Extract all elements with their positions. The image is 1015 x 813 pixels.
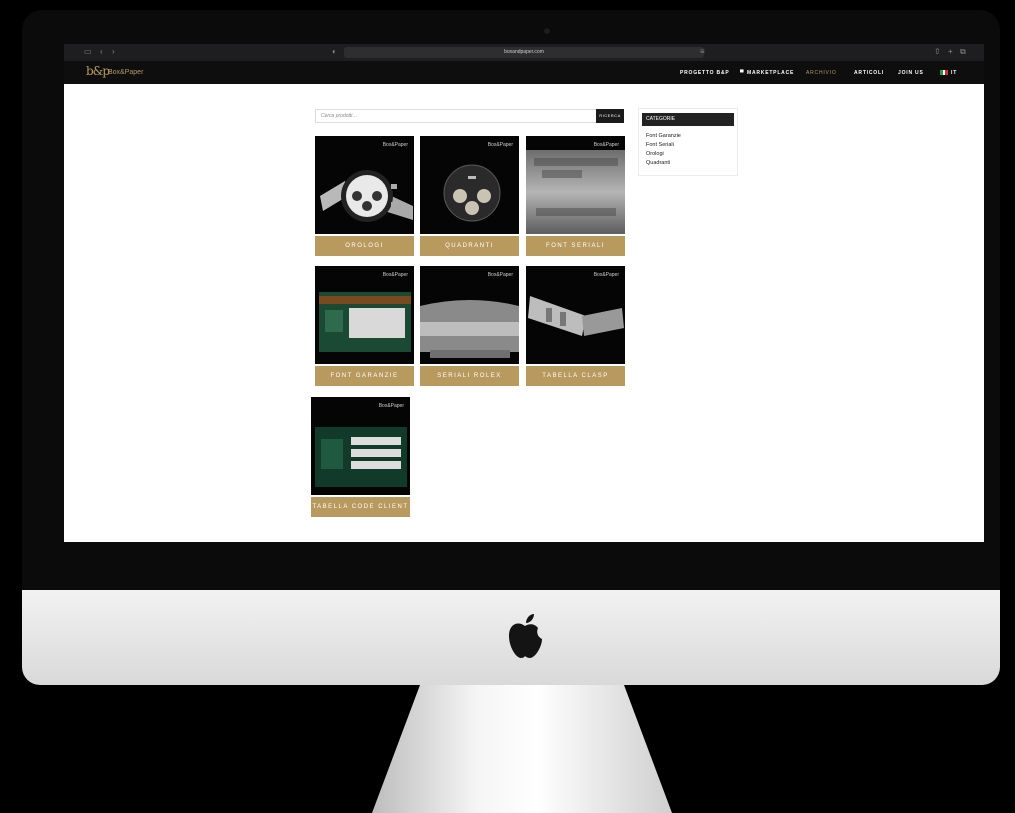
- watermark-brand: Box&Paper: [487, 272, 513, 278]
- category-tile-orologi[interactable]: Box&Paper OROLOGI: [315, 136, 414, 256]
- watermark-brand: Box&Paper: [593, 142, 619, 148]
- reader-icon[interactable]: ≡: [700, 48, 705, 56]
- camera-icon: [544, 28, 550, 34]
- sidebar-link-font-seriali[interactable]: Font Seriali: [646, 142, 674, 148]
- category-tile-font-garanzie[interactable]: Box&Paper FONT GARANZIE: [315, 266, 414, 386]
- watermark-brand: Box&Paper: [593, 272, 619, 278]
- browser-screen: ▭ ‹ › ◐ boxandpaper.com ≡ ⇧ + ⧉ b&p Box&…: [64, 44, 984, 542]
- categories-title: CATEGORIE: [642, 113, 734, 126]
- watermark-brand: Box&Paper: [487, 142, 513, 148]
- sidebar-link-font-garanzie[interactable]: Font Garanzie: [646, 133, 681, 139]
- category-image[interactable]: Box&Paper: [526, 136, 625, 234]
- category-label[interactable]: FONT GARANZIE: [315, 366, 414, 386]
- tabs-overview-icon[interactable]: ⧉: [960, 48, 966, 56]
- language-label[interactable]: IT: [951, 70, 957, 76]
- category-image[interactable]: Box&Paper: [315, 136, 414, 234]
- nav-progetto[interactable]: PROGETTO B&P: [680, 70, 730, 76]
- apple-logo-icon: [509, 614, 542, 658]
- back-icon[interactable]: ‹: [100, 48, 103, 56]
- category-label[interactable]: FONT SERIALI: [526, 236, 625, 256]
- url-text: boxandpaper.com: [504, 49, 544, 55]
- category-tile-tabella-clasp[interactable]: Box&Paper TABELLA CLASP: [526, 266, 625, 386]
- category-tile-font-seriali[interactable]: Box&Paper FONT SERIALI: [526, 136, 625, 256]
- nav-join-us[interactable]: JOIN US: [898, 70, 924, 76]
- category-tile-seriali-rolex[interactable]: Box&Paper SERIALI ROLEX: [420, 266, 519, 386]
- category-label[interactable]: TABELLA CODE CLIENT: [311, 497, 410, 517]
- site-header: b&p Box&Paper PROGETTO B&P ▀ MARKETPLACE…: [64, 61, 984, 84]
- category-image[interactable]: Box&Paper: [526, 266, 625, 364]
- italy-flag-icon[interactable]: [940, 70, 949, 75]
- logo-text[interactable]: Box&Paper: [108, 69, 143, 76]
- watermark-brand: Box&Paper: [382, 272, 408, 278]
- forward-icon[interactable]: ›: [112, 48, 115, 56]
- category-image[interactable]: Box&Paper: [315, 266, 414, 364]
- category-label[interactable]: TABELLA CLASP: [526, 366, 625, 386]
- watermark-brand: Box&Paper: [378, 403, 404, 409]
- category-image[interactable]: Box&Paper: [420, 266, 519, 364]
- category-image[interactable]: Box&Paper: [420, 136, 519, 234]
- sidebar-toggle-icon[interactable]: ▭: [84, 48, 92, 56]
- logo-mark[interactable]: b&p: [86, 64, 110, 78]
- warranty-card-image: [315, 266, 414, 364]
- share-icon[interactable]: ⇧: [934, 48, 941, 56]
- category-label[interactable]: OROLOGI: [315, 236, 414, 256]
- category-label[interactable]: SERIALI ROLEX: [420, 366, 519, 386]
- search-button[interactable]: RICERCA: [596, 109, 624, 123]
- nav-articoli[interactable]: ARTICOLI: [854, 70, 884, 76]
- client-card-image: [311, 397, 410, 495]
- nav-marketplace[interactable]: MARKETPLACE: [747, 70, 794, 76]
- category-image[interactable]: Box&Paper: [311, 397, 410, 495]
- imac-stand: [372, 685, 672, 813]
- nav-marketplace-cart-icon[interactable]: ▀: [740, 70, 744, 76]
- category-tile-tabella-code-client[interactable]: Box&Paper TABELLA CODE CLIENT: [311, 397, 410, 517]
- privacy-icon: ◐: [332, 47, 337, 56]
- watermark-brand: Box&Paper: [382, 142, 408, 148]
- sidebar-link-quadranti[interactable]: Quadranti: [646, 160, 670, 166]
- category-label[interactable]: QUADRANTI: [420, 236, 519, 256]
- search-placeholder: Cerca prodotti…: [321, 113, 358, 119]
- bracelet-clasp-image: [526, 266, 625, 364]
- new-tab-icon[interactable]: +: [948, 48, 953, 56]
- engraved-caseback-image: [526, 150, 625, 234]
- nav-archivio[interactable]: ARCHIVIO: [806, 70, 837, 76]
- chronograph-watch-image: [315, 136, 414, 234]
- browser-toolbar: ▭ ‹ › ◐ boxandpaper.com ≡ ⇧ + ⧉: [64, 44, 984, 61]
- watch-case-image: [420, 266, 519, 364]
- address-bar[interactable]: boxandpaper.com: [344, 47, 704, 58]
- categories-widget: CATEGORIE Font Garanzie Font Seriali Oro…: [638, 108, 738, 176]
- category-tile-quadranti[interactable]: Box&Paper QUADRANTI: [420, 136, 519, 256]
- product-search-input[interactable]: Cerca prodotti…: [315, 109, 597, 123]
- imac-chin: [22, 590, 1000, 685]
- watch-dial-image: [420, 136, 519, 234]
- sidebar-link-orologi[interactable]: Orologi: [646, 151, 664, 157]
